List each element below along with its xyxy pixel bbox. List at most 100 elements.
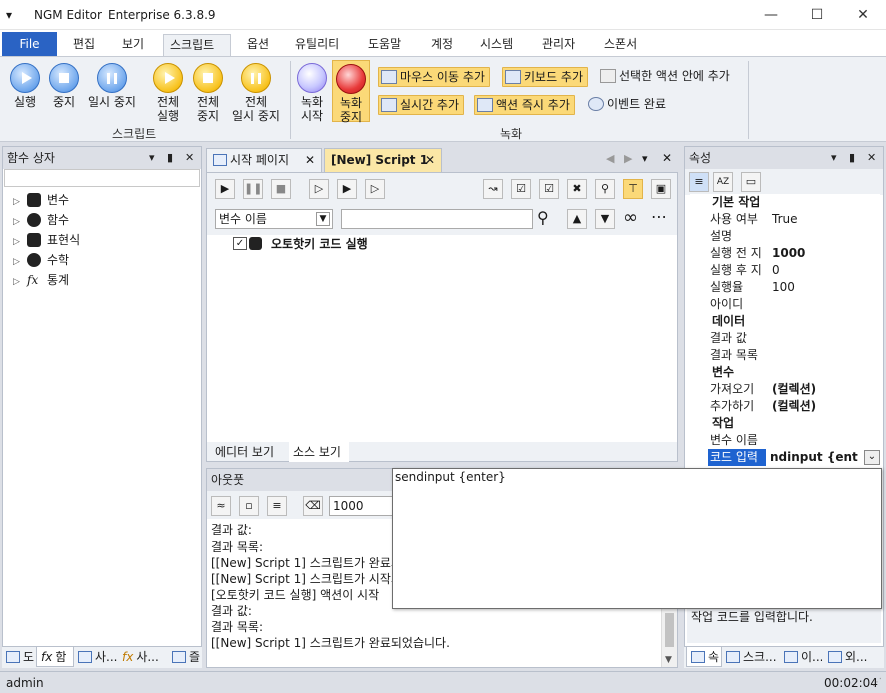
infinity-icon[interactable]: ∞ — [623, 207, 638, 228]
prop-row[interactable]: 아이디 — [690, 296, 880, 313]
bottom-tab-external[interactable]: 외... — [824, 647, 882, 667]
tree-item-expression[interactable]: ▷ 표현식 — [13, 231, 80, 249]
move-down-icon[interactable]: ▼ — [595, 209, 615, 229]
pause-all-button[interactable]: 전체 일시 중지 — [228, 63, 284, 123]
close-tab-icon[interactable]: ✕ — [425, 149, 435, 171]
prop-category-variable[interactable]: 변수 — [690, 364, 880, 381]
prop-row[interactable]: 설명 — [690, 228, 880, 245]
expand-arrow-icon[interactable]: ▷ — [13, 253, 23, 271]
dropdown-icon[interactable]: ▾ — [149, 147, 155, 169]
pause-icon[interactable]: ❚❚ — [243, 179, 263, 199]
prop-row[interactable]: 사용 여부 True — [690, 211, 880, 228]
code-input-text[interactable]: sendinput {enter} — [395, 470, 506, 484]
prop-row[interactable]: 실행율 100 — [690, 279, 880, 296]
tab-options[interactable]: 옵션 — [241, 34, 275, 56]
code-input-popup[interactable]: sendinput {enter} — [392, 468, 882, 609]
tab-list-icon[interactable]: ▾ — [642, 152, 648, 165]
prop-row[interactable]: 변수 이름 — [690, 432, 880, 449]
prop-row[interactable]: 추가하기 (컬렉션) — [690, 398, 880, 415]
close-panel-icon[interactable]: ✕ — [185, 147, 194, 169]
tree-item-math[interactable]: ▷ 수학 — [13, 251, 69, 269]
add-in-selected-action-button[interactable]: 선택한 액션 안에 추가 — [598, 67, 734, 87]
function-search-input[interactable] — [4, 169, 200, 187]
expand-arrow-icon[interactable]: ▷ — [13, 193, 23, 211]
tab-account[interactable]: 계정 — [425, 34, 459, 56]
variable-name-select[interactable]: 변수 이름 ▼ — [215, 209, 333, 229]
tab-script[interactable]: 스크립트 — [163, 34, 231, 56]
prop-row-selected[interactable]: 코드 입력ndinput {enter}⌄ — [690, 449, 880, 466]
prop-category-task[interactable]: 작업 — [690, 415, 880, 432]
scroll-down-icon[interactable]: ▼ — [665, 655, 672, 665]
pause-button[interactable]: 일시 중지 — [84, 63, 140, 109]
expand-arrow-icon[interactable]: ▷ — [13, 213, 23, 231]
tree-item-statistics[interactable]: ▷ fx 통계 — [13, 271, 69, 289]
action-checkbox[interactable]: ✓ — [233, 237, 247, 250]
resize-grip-icon[interactable]: ⋰ — [872, 672, 882, 693]
add-action-now-button[interactable]: 액션 즉시 추가 — [474, 95, 575, 115]
check-all-icon[interactable]: ☑ — [511, 179, 531, 199]
tab-view[interactable]: 보기 — [116, 34, 150, 56]
tree-item-function[interactable]: ▷ 함수 — [13, 211, 69, 229]
prop-row[interactable]: 실행 후 지0 — [690, 262, 880, 279]
close-tab-icon[interactable]: ✕ — [305, 149, 315, 171]
pin-icon[interactable]: ▮ — [849, 147, 855, 169]
prop-category-basic[interactable]: 기본 작업 — [690, 194, 880, 211]
run-all-button[interactable]: 전체 실행 — [148, 63, 188, 123]
tab-source-view[interactable]: 소스 보기 — [289, 442, 349, 462]
document-icon[interactable]: ▫ — [239, 496, 259, 516]
variable-value-input[interactable] — [341, 209, 533, 229]
categorized-icon[interactable]: ≡ — [689, 172, 709, 192]
stop-icon[interactable]: ■ — [271, 179, 291, 199]
prop-row[interactable]: 실행 전 지 1000 — [690, 245, 880, 262]
action-item-label[interactable]: 오토핫키 코드 실행 — [271, 235, 368, 252]
prop-row[interactable]: 결과 목록 — [690, 347, 880, 364]
maximize-icon[interactable]: ☐ — [794, 0, 840, 30]
move-up-icon[interactable]: ▲ — [567, 209, 587, 229]
bottom-tab-4[interactable]: fx 사... — [118, 647, 168, 667]
expand-arrow-icon[interactable]: ▷ — [13, 273, 23, 291]
monitor-icon[interactable]: ▣ — [651, 179, 671, 199]
stop-button[interactable]: 중지 — [46, 63, 82, 109]
tab-start-page[interactable]: 시작 페이지 ✕ — [206, 148, 322, 172]
check-icon[interactable]: ☑ — [539, 179, 559, 199]
chevron-down-icon[interactable]: ▼ — [316, 212, 330, 226]
system-menu-icon[interactable]: ▾ — [6, 8, 12, 22]
tab-scroll-left-icon[interactable]: ◀ — [606, 152, 614, 165]
tab-admin[interactable]: 관리자 — [536, 34, 581, 56]
prop-row[interactable]: 결과 값 — [690, 330, 880, 347]
run-button[interactable]: 실행 — [6, 63, 44, 109]
eraser-icon[interactable]: ⌫ — [303, 496, 323, 516]
tab-editor-view[interactable]: 에디터 보기 — [211, 442, 289, 462]
tab-scroll-right-icon[interactable]: ▶ — [624, 152, 632, 165]
bottom-tab-5[interactable]: 즐 — [168, 647, 202, 667]
record-stop-button[interactable]: 녹화 중지 — [332, 60, 370, 124]
property-pages-icon[interactable]: ▭ — [741, 172, 761, 192]
pin-icon[interactable]: ▮ — [167, 147, 173, 169]
expand-arrow-icon[interactable]: ▷ — [13, 233, 23, 251]
more-icon[interactable]: ⋯ — [651, 207, 667, 226]
bottom-tab-script[interactable]: 스크... — [722, 647, 778, 667]
tab-new-script-1[interactable]: [New] Script 1 ✕ — [324, 148, 442, 172]
close-document-icon[interactable]: ✕ — [662, 151, 672, 165]
tab-utility[interactable]: 유틸리티 — [289, 34, 345, 56]
tab-file[interactable]: File — [2, 32, 57, 56]
broom-icon[interactable]: ≈ — [211, 496, 231, 516]
prop-category-data[interactable]: 데이터 — [690, 313, 880, 330]
search-icon[interactable]: ⚲ — [595, 179, 615, 199]
tab-sponsor[interactable]: 스폰서 — [598, 34, 643, 56]
add-keyboard-button[interactable]: 키보드 추가 — [502, 67, 589, 87]
run-icon[interactable]: ▶ — [215, 179, 235, 199]
minimize-icon[interactable]: — — [748, 0, 794, 30]
tree-item-variable[interactable]: ▷ 변수 — [13, 191, 69, 209]
scrollbar-thumb[interactable] — [665, 613, 674, 647]
event-complete-button[interactable]: 이벤트 완료 — [586, 95, 670, 115]
run-selected-icon[interactable]: ▷ — [365, 179, 385, 199]
stop-all-button[interactable]: 전체 중지 — [188, 63, 228, 123]
add-realtime-button[interactable]: 실시간 추가 — [378, 95, 465, 115]
dropdown-icon[interactable]: ▾ — [831, 147, 837, 169]
record-start-button[interactable]: 녹화 시작 — [294, 63, 330, 123]
bottom-tab-image[interactable]: 이... — [780, 647, 822, 667]
step-run-icon[interactable]: ▷ — [309, 179, 329, 199]
list-icon[interactable]: ≡ — [267, 496, 287, 516]
bottom-tab-1[interactable]: 도 — [2, 647, 36, 667]
